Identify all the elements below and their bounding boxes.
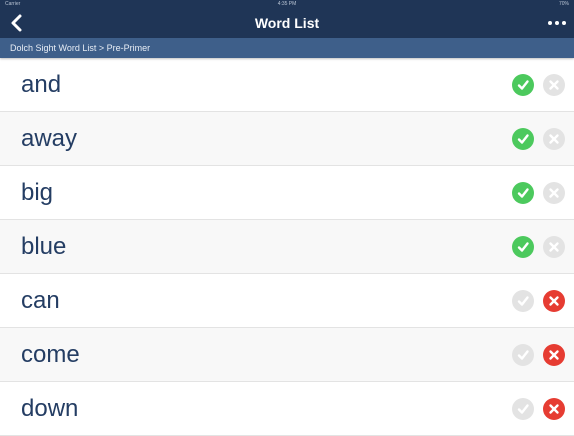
word-row[interactable]: can xyxy=(0,274,574,328)
incorrect-x-button[interactable] xyxy=(543,343,565,366)
answer-buttons xyxy=(512,289,565,312)
answer-buttons xyxy=(512,73,565,96)
word-label: away xyxy=(21,124,78,152)
correct-check-button[interactable] xyxy=(512,73,534,96)
x-icon xyxy=(549,79,559,90)
incorrect-x-button[interactable] xyxy=(543,235,565,258)
breadcrumb: Dolch Sight Word List > Pre-Primer xyxy=(0,38,574,58)
answer-buttons xyxy=(512,235,565,258)
word-list: and away big blue can come down xyxy=(0,58,574,436)
x-icon xyxy=(549,133,559,144)
word-label: down xyxy=(21,394,79,422)
time-label: 4:35 PM xyxy=(277,1,297,7)
x-icon xyxy=(549,349,559,360)
x-icon xyxy=(549,295,559,306)
check-icon xyxy=(517,295,529,306)
incorrect-x-button[interactable] xyxy=(543,289,565,312)
word-row[interactable]: big xyxy=(0,166,574,220)
status-bar: Carrier 4:35 PM 70% xyxy=(0,0,574,9)
answer-buttons xyxy=(512,181,565,204)
nav-bar: Word List xyxy=(0,9,574,38)
word-row[interactable]: and xyxy=(0,58,574,112)
correct-check-button[interactable] xyxy=(512,397,534,420)
incorrect-x-button[interactable] xyxy=(543,73,565,96)
incorrect-x-button[interactable] xyxy=(543,127,565,150)
check-icon xyxy=(517,133,529,144)
ellipsis-icon xyxy=(548,21,566,25)
word-row[interactable]: blue xyxy=(0,220,574,274)
answer-buttons xyxy=(512,343,565,366)
correct-check-button[interactable] xyxy=(512,235,534,258)
check-icon xyxy=(517,349,529,360)
x-icon xyxy=(549,241,559,252)
word-label: big xyxy=(21,178,54,206)
word-row[interactable]: come xyxy=(0,328,574,382)
x-icon xyxy=(549,187,559,198)
word-label: come xyxy=(21,340,80,368)
check-icon xyxy=(517,403,529,414)
word-label: blue xyxy=(21,232,67,260)
incorrect-x-button[interactable] xyxy=(543,397,565,420)
correct-check-button[interactable] xyxy=(512,289,534,312)
correct-check-button[interactable] xyxy=(512,343,534,366)
check-icon xyxy=(517,241,529,252)
answer-buttons xyxy=(512,397,565,420)
incorrect-x-button[interactable] xyxy=(543,181,565,204)
check-icon xyxy=(517,187,529,198)
x-icon xyxy=(549,403,559,414)
more-button[interactable] xyxy=(546,14,568,32)
page-title: Word List xyxy=(254,15,320,31)
correct-check-button[interactable] xyxy=(512,127,534,150)
word-row[interactable]: down xyxy=(0,382,574,436)
word-row[interactable]: away xyxy=(0,112,574,166)
answer-buttons xyxy=(512,127,565,150)
word-label: and xyxy=(21,70,62,98)
correct-check-button[interactable] xyxy=(512,181,534,204)
check-icon xyxy=(517,79,529,90)
battery-label: 70% xyxy=(558,1,569,7)
word-label: can xyxy=(21,286,60,314)
